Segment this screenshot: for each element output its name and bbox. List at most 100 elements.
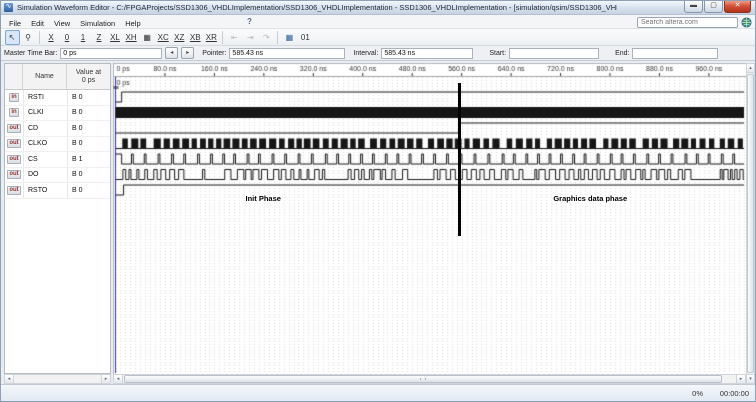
- pin-direction-glyph: out: [7, 155, 20, 164]
- start-input[interactable]: [509, 48, 599, 59]
- pointer-value: [229, 48, 345, 59]
- signal-row-rsto[interactable]: outRSTOB 0: [5, 183, 110, 199]
- random-values-button[interactable]: XR: [204, 30, 219, 45]
- timebar-forward-button[interactable]: ▸: [181, 47, 194, 59]
- end-label: End:: [615, 50, 629, 57]
- signal-row-rsti[interactable]: in RSTIB 0: [5, 90, 110, 106]
- snap-left-button[interactable]: ⇤: [227, 30, 242, 45]
- overwrite-clock-button[interactable]: ▦: [140, 30, 155, 45]
- signal-list-panel: Name Value at 0 ps inRSTIB 0inCLKIB 0out…: [4, 63, 111, 374]
- timebar-back-button[interactable]: ◂: [165, 47, 178, 59]
- signal-name: CLKO: [23, 137, 67, 152]
- pin-direction-glyph: out: [7, 186, 20, 195]
- maximize-button[interactable]: ▢: [704, 1, 723, 13]
- weak-low-button[interactable]: XL: [108, 30, 123, 45]
- menu-file[interactable]: File: [4, 18, 26, 29]
- force-z-button[interactable]: XZ: [172, 30, 187, 45]
- window-title: Simulation Waveform Editor - C:/FPGAProj…: [17, 3, 617, 12]
- scroll-left-icon[interactable]: ◂: [5, 375, 14, 383]
- signal-row-clko[interactable]: outCLKOB 0: [5, 137, 110, 153]
- time-bar-row: Master Time Bar: ◂ ▸ Pointer: Interval: …: [1, 46, 755, 61]
- output-pin-icon: out: [5, 152, 23, 167]
- signal-name: CS: [23, 152, 67, 167]
- graphics-phase-label: Graphics data phase: [553, 194, 627, 203]
- signal-value: B 1: [67, 152, 110, 167]
- signal-value: B 0: [67, 168, 110, 183]
- signal-value: B 0: [67, 121, 110, 136]
- waveform-panel: Init Phase Graphics data phase: [113, 63, 746, 374]
- signal-name: RSTO: [23, 183, 67, 198]
- weak-high-button[interactable]: XH: [124, 30, 139, 45]
- scroll-right-icon[interactable]: ▸: [101, 375, 110, 383]
- phase-divider-marker: [458, 83, 461, 236]
- scroll-left-icon[interactable]: ◂: [114, 375, 123, 383]
- end-input[interactable]: [632, 48, 718, 59]
- menu-help[interactable]: Help: [120, 18, 145, 29]
- signal-panel-hscrollbar[interactable]: ◂ ▸: [4, 374, 111, 384]
- scroll-up-icon[interactable]: ▴: [747, 64, 754, 73]
- force-unknown-button[interactable]: X: [44, 30, 59, 45]
- signal-row-cs[interactable]: outCSB 1: [5, 152, 110, 168]
- signal-row-cd[interactable]: outCDB 0: [5, 121, 110, 137]
- selection-tool-button[interactable]: ↖: [5, 30, 20, 45]
- signal-name: CD: [23, 121, 67, 136]
- progress-indicator: 0%: [692, 389, 703, 398]
- signal-value: B 0: [67, 90, 110, 105]
- scroll-down-icon[interactable]: ▾: [747, 374, 754, 383]
- output-pin-icon: out: [5, 121, 23, 136]
- menu-simulation[interactable]: Simulation: [75, 18, 120, 29]
- edit-tool-button[interactable]: ↷: [259, 30, 274, 45]
- pin-direction-glyph: out: [7, 124, 20, 133]
- master-time-bar-input[interactable]: [60, 48, 162, 59]
- input-pin-icon: in: [5, 90, 23, 105]
- toolbar-separator: [277, 31, 278, 44]
- run-timing-simulation-button[interactable]: 01: [298, 30, 313, 45]
- count-value-button[interactable]: XC: [156, 30, 171, 45]
- signal-row-clki[interactable]: inCLKIB 0: [5, 106, 110, 122]
- arbitrary-value-button[interactable]: XB: [188, 30, 203, 45]
- signal-table-header: Name Value at 0 ps: [5, 64, 110, 90]
- globe-icon[interactable]: [741, 17, 752, 28]
- master-time-bar-label: Master Time Bar:: [4, 50, 57, 57]
- pin-direction-glyph: out: [7, 170, 20, 179]
- start-label: Start:: [489, 50, 506, 57]
- signal-name: DO: [23, 168, 67, 183]
- waveform-canvas[interactable]: [113, 63, 746, 374]
- signal-name: RSTI: [23, 90, 67, 105]
- init-phase-label: Init Phase: [246, 194, 281, 203]
- tool-bar: ↖⚲X01ZXLXH▦XCXZXBXR⇤⇥↷▦01: [1, 29, 755, 46]
- toolbar-separator: [222, 31, 223, 44]
- menu-view[interactable]: View: [49, 18, 75, 29]
- run-functional-simulation-button[interactable]: ▦: [282, 30, 297, 45]
- force-high-button[interactable]: 1: [76, 30, 91, 45]
- context-help-icon[interactable]: ?: [247, 17, 252, 26]
- search-input[interactable]: [637, 17, 738, 28]
- interval-label: Interval:: [353, 50, 378, 57]
- minimize-button[interactable]: ▬: [684, 1, 703, 13]
- close-button[interactable]: ✕: [724, 1, 751, 13]
- waveform-vscrollbar[interactable]: ▴ ▾: [746, 63, 755, 384]
- snap-right-button[interactable]: ⇥: [243, 30, 258, 45]
- output-pin-icon: out: [5, 137, 23, 152]
- waveform-hscrollbar[interactable]: ◂ ▸: [113, 374, 746, 384]
- name-column-header: Name: [23, 73, 66, 80]
- app-icon: ∿: [4, 3, 13, 12]
- signal-row-do[interactable]: outDOB 0: [5, 168, 110, 184]
- menu-bar: FileEditViewSimulationHelp ?: [1, 15, 755, 29]
- pin-direction-glyph: in: [9, 93, 18, 102]
- force-low-button[interactable]: 0: [60, 30, 75, 45]
- zoom-tool-button[interactable]: ⚲: [21, 30, 36, 45]
- value-column-header: Value at 0 ps: [67, 69, 110, 85]
- menu-edit[interactable]: Edit: [26, 18, 49, 29]
- elapsed-time: 00:00:00: [720, 389, 749, 398]
- scroll-right-icon[interactable]: ▸: [736, 375, 745, 383]
- force-high-impedance-button[interactable]: Z: [92, 30, 107, 45]
- vscroll-thumb[interactable]: [747, 74, 754, 373]
- signal-value: B 0: [67, 183, 110, 198]
- status-bar: 0% 00:00:00: [1, 384, 755, 401]
- input-pin-icon: in: [5, 106, 23, 121]
- toolbar-separator: [39, 31, 40, 44]
- hscroll-thumb[interactable]: [124, 375, 722, 383]
- output-pin-icon: out: [5, 168, 23, 183]
- output-pin-icon: out: [5, 183, 23, 198]
